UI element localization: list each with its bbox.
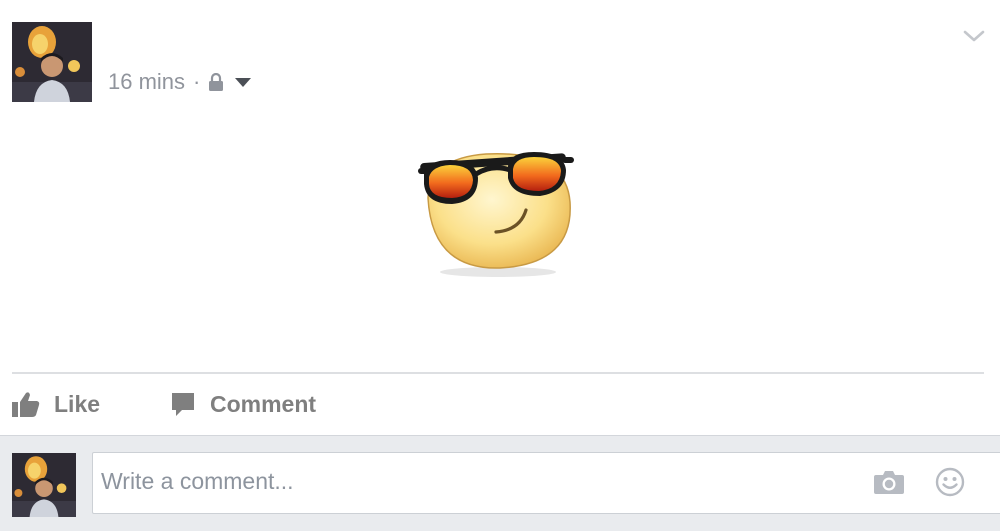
smiley-icon[interactable] — [935, 467, 965, 497]
comment-composer: Write a comment... — [0, 435, 1000, 531]
commenter-avatar[interactable] — [12, 453, 76, 517]
like-button[interactable]: Like — [12, 388, 100, 420]
sunglasses-emoji-sticker[interactable] — [416, 140, 576, 280]
post-meta: 16 mins · — [108, 68, 252, 96]
comment-button[interactable]: Comment — [170, 388, 316, 420]
profile-avatar[interactable] — [12, 22, 92, 102]
speech-bubble-icon — [170, 391, 196, 417]
comment-label: Comment — [210, 390, 317, 417]
comment-placeholder: Write a comment... — [101, 468, 294, 494]
meta-separator: · — [193, 69, 201, 94]
post-timestamp[interactable]: 16 mins — [108, 69, 185, 95]
chevron-down-icon[interactable] — [962, 26, 986, 46]
lock-icon — [208, 73, 224, 91]
actions-divider — [12, 372, 984, 374]
caret-down-icon[interactable] — [234, 76, 252, 88]
camera-icon[interactable] — [873, 467, 905, 495]
comment-input[interactable]: Write a comment... — [92, 452, 1000, 514]
like-label: Like — [54, 390, 101, 417]
thumbs-up-icon — [12, 391, 40, 417]
post-card: 16 mins · Like Comment — [0, 0, 1000, 435]
